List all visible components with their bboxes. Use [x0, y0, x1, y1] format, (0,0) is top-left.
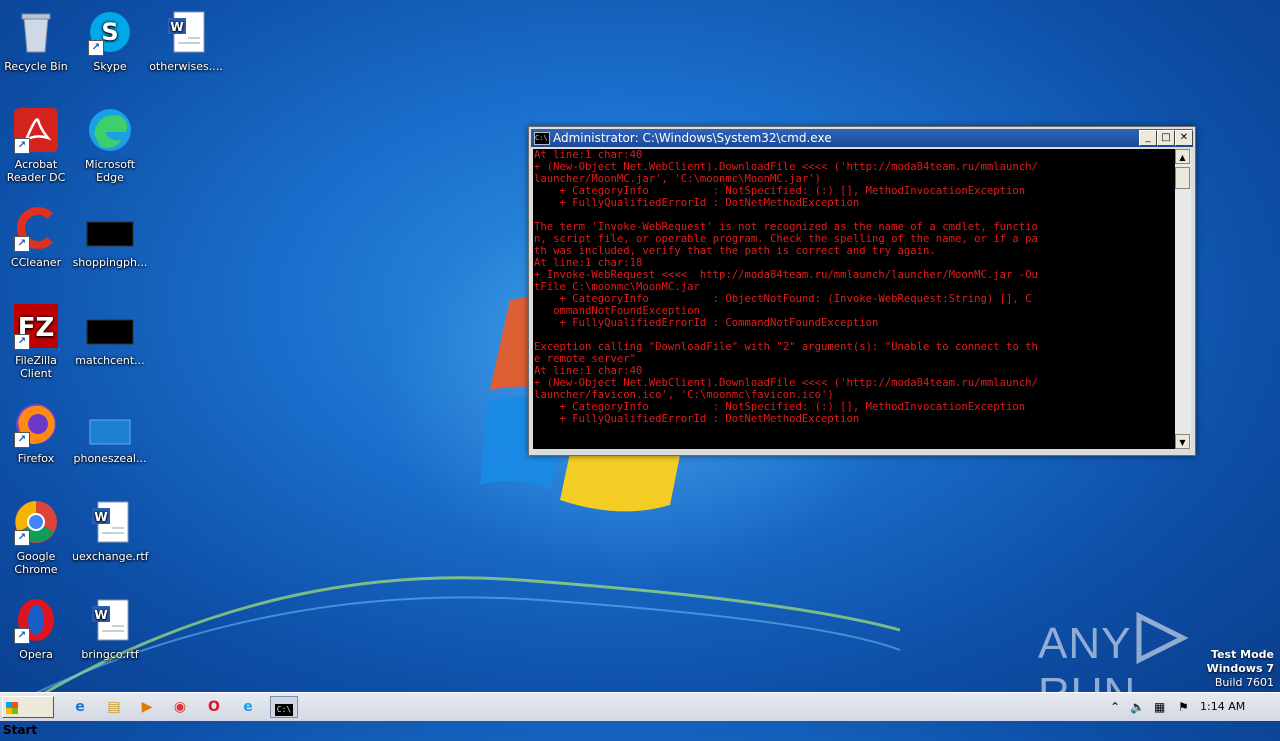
cmd-window[interactable]: C:\ Administrator: C:\Windows\System32\c…	[528, 126, 1196, 456]
acrobat-icon: ↗	[12, 106, 60, 154]
desktop-icon-chrome[interactable]: ↗ Google Chrome	[0, 498, 74, 576]
svg-text:W: W	[170, 20, 183, 34]
network-icon[interactable]: ▦	[1154, 693, 1165, 721]
taskbar-media-player-icon[interactable]: ▶	[135, 696, 159, 718]
vertical-scrollbar[interactable]: ▲ ▼	[1175, 149, 1191, 449]
desktop-icon-label: otherwises....	[149, 60, 223, 73]
desktop-icon-label: Google Chrome	[14, 550, 58, 576]
desktop-icon-acrobat[interactable]: ↗ Acrobat Reader DC	[0, 106, 74, 184]
play-triangle-icon	[1136, 611, 1190, 665]
taskbar-chrome-icon[interactable]: ◉	[168, 696, 192, 718]
windows-flag-icon	[6, 702, 18, 714]
desktop-icon-recycle-bin[interactable]: Recycle Bin	[0, 8, 74, 73]
desktop-icon-opera[interactable]: ↗ Opera	[0, 596, 74, 661]
desktop-icon-matchcent[interactable]: matchcent...	[72, 302, 148, 367]
desktop-icon-shoppingph[interactable]: shoppingph...	[72, 204, 148, 269]
firefox-icon: ↗	[12, 400, 60, 448]
close-button[interactable]: ✕	[1175, 130, 1193, 146]
anyrun-brand-left: ANY	[1038, 619, 1132, 668]
opera-icon: ↗	[12, 596, 60, 644]
taskbar-ie-icon[interactable]: e	[68, 696, 92, 718]
desktop-icon-edge[interactable]: Microsoft Edge	[72, 106, 148, 184]
skype-icon: S ↗	[86, 8, 134, 56]
minimize-button[interactable]: _	[1139, 130, 1157, 146]
desktop-icon-label: matchcent...	[75, 354, 145, 367]
desktop-icon-label: bringco.rtf	[81, 648, 139, 661]
filezilla-icon: FZ ↗	[12, 302, 60, 350]
console-output-area[interactable]: At line:1 char:40 + (New-Object Net.WebC…	[533, 149, 1175, 449]
desktop-icon-label: Opera	[19, 648, 53, 661]
ccleaner-icon: ↗	[12, 204, 60, 252]
desktop-icon-label: FileZilla Client	[15, 354, 57, 380]
word-document-icon: W	[86, 596, 134, 644]
word-document-icon: W	[86, 498, 134, 546]
desktop-icon-label: Skype	[93, 60, 127, 73]
taskbar-cmd-icon[interactable]: C:\	[270, 696, 298, 718]
desktop-icon-label: CCleaner	[10, 256, 62, 269]
desktop-icon-ccleaner[interactable]: ↗ CCleaner	[0, 204, 74, 269]
start-button[interactable]: Start	[2, 696, 54, 737]
scroll-thumb[interactable]	[1175, 167, 1190, 189]
maximize-button[interactable]: □	[1157, 130, 1175, 146]
desktop-icon-phoneszeal[interactable]: phoneszeal...	[72, 400, 148, 465]
edge-icon	[86, 106, 134, 154]
cmd-window-title: Administrator: C:\Windows\System32\cmd.e…	[553, 131, 832, 145]
cmd-icon: C:\	[534, 132, 550, 145]
clock[interactable]: 1:14 AM	[1200, 693, 1245, 721]
os-info: Test Mode Windows 7 Build 7601	[1207, 648, 1274, 690]
desktop-icon-label: Recycle Bin	[4, 60, 68, 73]
svg-text:W: W	[94, 608, 107, 622]
desktop-icon-label: phoneszeal...	[73, 452, 147, 465]
test-mode-text: Test Mode	[1211, 648, 1274, 661]
taskbar-edge-icon[interactable]: e	[236, 696, 260, 718]
desktop-icon-otherwises[interactable]: W otherwises....	[148, 8, 224, 73]
cmd-title-bar[interactable]: C:\ Administrator: C:\Windows\System32\c…	[531, 129, 1193, 147]
desktop-icon-skype[interactable]: S ↗ Skype	[72, 8, 148, 73]
desktop-icon-label: Microsoft Edge	[84, 158, 136, 184]
tray-arrow-icon[interactable]: ⌃	[1110, 693, 1120, 721]
svg-text:W: W	[94, 510, 107, 524]
action-center-flag-icon[interactable]: ⚑	[1178, 693, 1189, 721]
taskbar-opera-icon[interactable]: O	[202, 696, 226, 718]
console-output: At line:1 char:40 + (New-Object Net.WebC…	[534, 149, 1038, 425]
scroll-up-button[interactable]: ▲	[1175, 149, 1190, 164]
desktop-icon-label: uexchange.rtf	[72, 550, 149, 563]
desktop-icon-label: shoppingph...	[72, 256, 148, 269]
desktop-icon-bringco[interactable]: W bringco.rtf	[72, 596, 148, 661]
desktop-icon-label: Acrobat Reader DC	[6, 158, 66, 184]
desktop-icon-filezilla[interactable]: FZ ↗ FileZilla Client	[0, 302, 74, 380]
desktop-icon-label: Firefox	[17, 452, 55, 465]
chrome-icon: ↗	[12, 498, 60, 546]
desktop-icon-uexchange[interactable]: W uexchange.rtf	[72, 498, 149, 563]
taskbar: Start e ▤ ▶ ◉ O e C:\ ⌃ 🔈 ▦ ⚑ 1:14 AM	[0, 692, 1280, 737]
blank-file-icon	[86, 400, 134, 448]
word-document-icon: W	[162, 8, 210, 56]
volume-icon[interactable]: 🔈	[1130, 693, 1145, 721]
black-file-icon	[86, 302, 134, 350]
taskbar-explorer-icon[interactable]: ▤	[102, 696, 126, 718]
desktop-icon-firefox[interactable]: ↗ Firefox	[0, 400, 74, 465]
build-text: Build 7601	[1214, 676, 1274, 689]
recycle-bin-icon	[12, 8, 60, 56]
scroll-down-button[interactable]: ▼	[1175, 434, 1190, 449]
start-label: Start	[3, 723, 38, 737]
black-file-icon	[86, 204, 134, 252]
os-name-text: Windows 7	[1206, 662, 1274, 675]
